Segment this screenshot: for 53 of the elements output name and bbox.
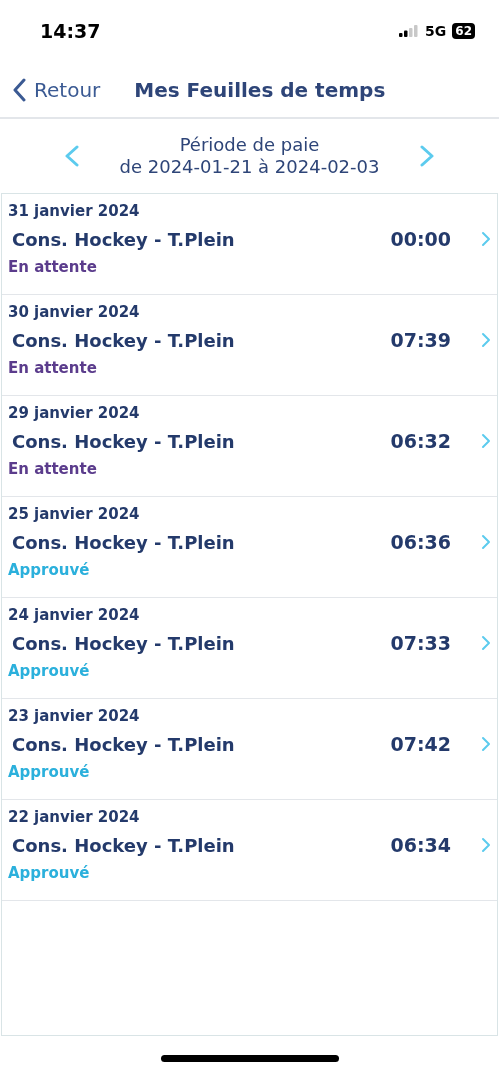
- job-name: Cons. Hockey - T.Plein: [12, 531, 236, 553]
- entry-status: Approuvé: [8, 561, 91, 579]
- chevron-right-icon: [481, 433, 491, 449]
- timesheet-row[interactable]: 22 janvier 2024 Cons. Hockey - T.Plein 06:34 Approuvé: [2, 800, 497, 901]
- next-period-icon[interactable]: [419, 145, 436, 167]
- chevron-right-icon: [481, 736, 491, 752]
- entry-status: Approuvé: [8, 662, 91, 680]
- job-name: Cons. Hockey - T.Plein: [12, 834, 236, 856]
- job-name: Cons. Hockey - T.Plein: [12, 632, 236, 654]
- timesheet-row[interactable]: 29 janvier 2024 Cons. Hockey - T.Plein 06:32 En attente: [2, 396, 497, 497]
- entry-date: 30 janvier 2024: [8, 303, 141, 321]
- entry-date: 25 janvier 2024: [8, 505, 141, 523]
- back-button[interactable]: Retour: [0, 77, 101, 102]
- timesheet-row[interactable]: 24 janvier 2024 Cons. Hockey - T.Plein 07:33 Approuvé: [2, 598, 497, 699]
- entry-date: 24 janvier 2024: [8, 606, 141, 624]
- job-name: Cons. Hockey - T.Plein: [12, 228, 236, 250]
- entry-status: En attente: [8, 359, 98, 377]
- previous-period-icon[interactable]: [63, 145, 80, 167]
- chevron-right-icon: [481, 231, 491, 247]
- hours-total: 06:36: [390, 531, 451, 553]
- timesheet-row[interactable]: 30 janvier 2024 Cons. Hockey - T.Plein 07:39 En attente: [2, 295, 497, 396]
- chevron-right-icon: [481, 837, 491, 853]
- timesheet-row[interactable]: 23 janvier 2024 Cons. Hockey - T.Plein 07:42 Approuvé: [2, 699, 497, 800]
- job-name: Cons. Hockey - T.Plein: [12, 329, 236, 351]
- timesheet-row[interactable]: 31 janvier 2024 Cons. Hockey - T.Plein 00:00 En attente: [2, 194, 497, 295]
- entry-date: 23 janvier 2024: [8, 707, 141, 725]
- entry-status: En attente: [8, 258, 98, 276]
- hours-total: 00:00: [390, 228, 451, 250]
- entry-date: 29 janvier 2024: [8, 404, 141, 422]
- timesheet-row[interactable]: 25 janvier 2024 Cons. Hockey - T.Plein 06:36 Approuvé: [2, 497, 497, 598]
- period-range: de 2024-01-21 à 2024-02-03: [119, 156, 380, 178]
- hours-total: 07:42: [390, 733, 451, 755]
- entry-date: 22 janvier 2024: [8, 808, 141, 826]
- hours-total: 07:33: [390, 632, 451, 654]
- entry-status: Approuvé: [8, 864, 91, 882]
- period-label: Période de paie: [179, 134, 320, 156]
- hours-total: 06:34: [390, 834, 451, 856]
- job-name: Cons. Hockey - T.Plein: [12, 430, 236, 452]
- network-label: 5G: [425, 23, 447, 39]
- entry-status: Approuvé: [8, 763, 91, 781]
- page-title: Mes Feuilles de temps: [134, 77, 386, 102]
- chevron-right-icon: [481, 332, 491, 348]
- entry-status: En attente: [8, 460, 98, 478]
- signal-icon: [399, 25, 420, 37]
- hours-total: 07:39: [390, 329, 451, 351]
- entry-date: 31 janvier 2024: [8, 202, 141, 220]
- chevron-right-icon: [481, 534, 491, 550]
- status-time: 14:37: [40, 20, 101, 42]
- hours-total: 06:32: [390, 430, 451, 452]
- back-chevron-icon: [12, 77, 26, 102]
- job-name: Cons. Hockey - T.Plein: [12, 733, 236, 755]
- battery-indicator: 62: [452, 23, 475, 39]
- chevron-right-icon: [481, 635, 491, 651]
